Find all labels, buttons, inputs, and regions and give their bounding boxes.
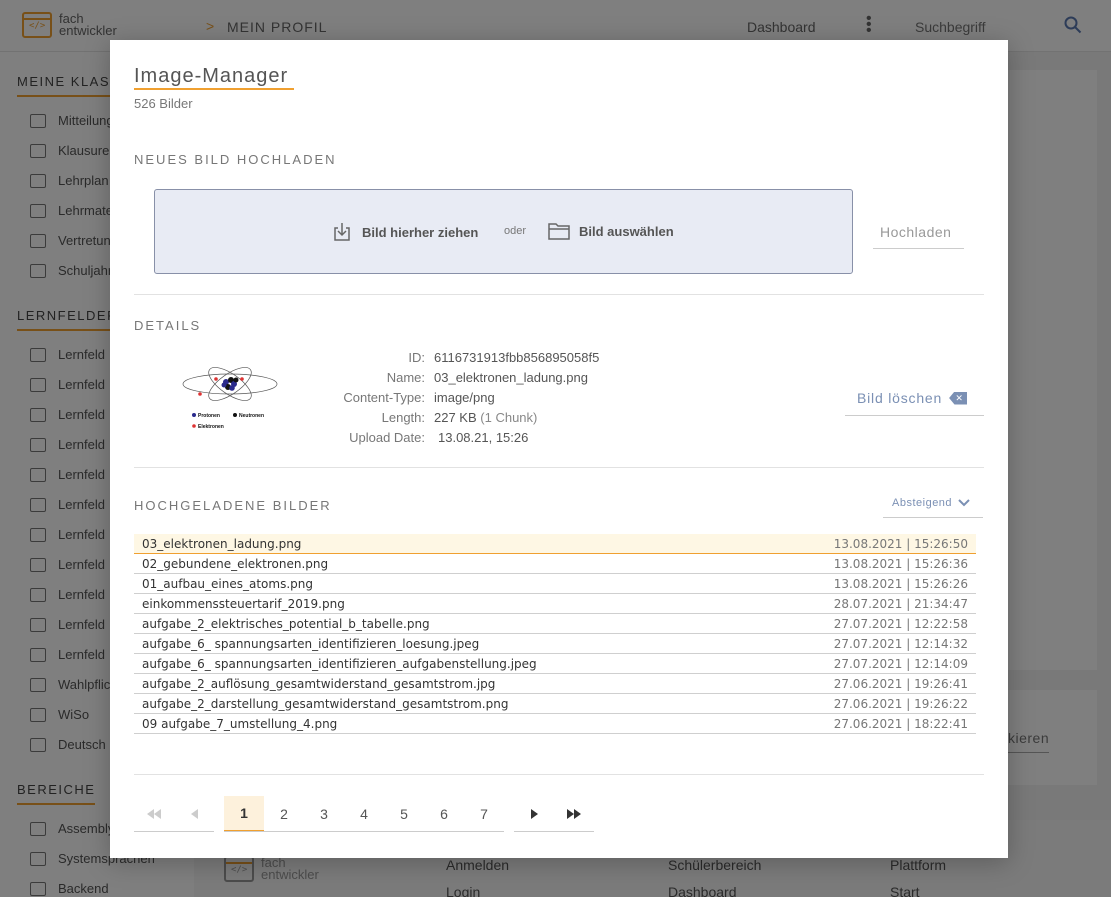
upload-button[interactable]: Hochladen [873, 224, 964, 249]
file-row[interactable]: einkommenssteuertarif_2019.png 28.07.2021… [134, 594, 976, 614]
upload-heading: NEUES BILD HOCHLADEN [134, 152, 337, 167]
file-row[interactable]: aufgabe_2_auflösung_gesamtwiderstand_ges… [134, 674, 976, 694]
modal-title: Image-Manager [134, 65, 295, 90]
file-row[interactable]: 09 aufgabe_7_umstellung_4.png 27.06.2021 … [134, 714, 976, 734]
drag-target[interactable]: Bild hierher ziehen [333, 222, 478, 242]
select-label: Bild auswählen [579, 223, 674, 239]
details-heading: DETAILS [134, 318, 202, 333]
folder-icon [548, 223, 570, 240]
file-row[interactable]: aufgabe_6_ spannungsarten_identifizieren… [134, 634, 976, 654]
detail-name-value: 03_elektronen_ladung.png [434, 370, 588, 385]
upload-dropzone[interactable]: Bild hierher ziehen oder Bild auswählen [154, 189, 853, 274]
image-manager-modal: Image-Manager 526 Bilder NEUES BILD HOCH… [110, 40, 1008, 858]
file-name: aufgabe_6_ spannungsarten_identifizieren… [142, 656, 537, 671]
legend-protons: Protonen [198, 413, 220, 419]
file-name: 09 aufgabe_7_umstellung_4.png [142, 716, 338, 731]
detail-type-label: Content-Type: [343, 390, 425, 405]
file-upload-date: 27.06.2021 | 19:26:22 [833, 696, 968, 711]
file-upload-date: 28.07.2021 | 21:34:47 [833, 596, 968, 611]
detail-length-label: Length: [381, 410, 425, 425]
divider [134, 774, 984, 775]
file-upload-date: 27.07.2021 | 12:14:32 [833, 636, 968, 651]
next-page-button[interactable] [514, 796, 554, 832]
chevron-left-icon [190, 809, 198, 819]
sort-label: Absteigend [892, 497, 953, 509]
detail-id-value: 6116731913fbb856895058f5 [434, 350, 600, 365]
file-name: aufgabe_2_darstellung_gesamtwiderstand_g… [142, 696, 509, 711]
page-button-2[interactable]: 2 [264, 796, 304, 832]
detail-length-chunks: (1 Chunk) [480, 410, 538, 425]
file-upload-date: 27.07.2021 | 12:22:58 [833, 616, 968, 631]
file-row[interactable]: 01_aufbau_eines_atoms.png 13.08.2021 | 15… [134, 574, 976, 594]
page-button-3[interactable]: 3 [304, 796, 344, 832]
image-count: 526 Bilder [134, 96, 193, 111]
file-name: aufgabe_6_ spannungsarten_identifizieren… [142, 636, 480, 651]
chevron-right-icon [530, 809, 538, 819]
legend-neutrons: Neutronen [239, 413, 264, 419]
file-row[interactable]: aufgabe_2_elektrisches_potential_b_tabel… [134, 614, 976, 634]
prev-page-button[interactable] [174, 796, 214, 832]
drag-label: Bild hierher ziehen [362, 224, 479, 240]
file-row[interactable]: aufgabe_2_darstellung_gesamtwiderstand_g… [134, 694, 976, 714]
file-upload-date: 13.08.2021 | 15:26:36 [833, 556, 968, 571]
detail-length-value: 227 KB [434, 410, 477, 425]
file-name: aufgabe_2_auflösung_gesamtwiderstand_ges… [142, 676, 496, 691]
file-name: aufgabe_2_elektrisches_potential_b_tabel… [142, 616, 430, 631]
detail-date-value: 13.08.21, 15:26 [438, 430, 529, 445]
pagination: 1234567 [134, 796, 594, 832]
file-name: 02_gebundene_elektronen.png [142, 556, 329, 571]
page-button-1[interactable]: 1 [224, 796, 264, 832]
file-upload-date: 27.06.2021 | 18:22:41 [833, 716, 968, 731]
file-upload-date: 13.08.2021 | 15:26:50 [833, 536, 968, 551]
uploaded-files-list: 03_elektronen_ladung.png 13.08.2021 | 15:… [134, 534, 976, 734]
file-name: 03_elektronen_ladung.png [142, 536, 302, 551]
page-button-5[interactable]: 5 [384, 796, 424, 832]
legend-electrons: Elektronen [198, 424, 224, 430]
image-thumbnail[interactable]: Protonen Neutronen Elektronen [180, 360, 280, 435]
uploaded-heading: HOCHGELADENE BILDER [134, 498, 332, 513]
backspace-icon: ✕ [949, 391, 968, 405]
chevron-down-icon [958, 499, 970, 507]
detail-id-label: ID: [408, 350, 425, 365]
delete-image-button[interactable]: Bild löschen ✕ [845, 388, 984, 416]
select-image-button[interactable]: Bild auswählen [548, 222, 674, 240]
double-chevron-right-icon [567, 809, 581, 819]
divider [134, 294, 984, 295]
divider [134, 467, 984, 468]
file-row[interactable]: 02_gebundene_elektronen.png 13.08.2021 | … [134, 554, 976, 574]
file-row[interactable]: 03_elektronen_ladung.png 13.08.2021 | 15:… [134, 534, 976, 554]
detail-name-label: Name: [386, 370, 425, 385]
file-name: einkommenssteuertarif_2019.png [142, 596, 345, 611]
page-button-4[interactable]: 4 [344, 796, 384, 832]
file-upload-date: 13.08.2021 | 15:26:26 [833, 576, 968, 591]
double-chevron-left-icon [147, 809, 161, 819]
download-icon [334, 223, 350, 241]
file-name: 01_aufbau_eines_atoms.png [142, 576, 313, 591]
page-button-7[interactable]: 7 [464, 796, 504, 832]
file-upload-date: 27.06.2021 | 19:26:41 [833, 676, 968, 691]
detail-type-value: image/png [434, 390, 495, 405]
first-page-button[interactable] [134, 796, 174, 832]
file-upload-date: 27.07.2021 | 12:14:09 [833, 656, 968, 671]
page-button-6[interactable]: 6 [424, 796, 464, 832]
or-label: oder [504, 225, 527, 237]
delete-label: Bild löschen [857, 390, 943, 406]
last-page-button[interactable] [554, 796, 594, 832]
sort-order-dropdown[interactable]: Absteigend [883, 497, 983, 518]
file-row[interactable]: aufgabe_6_ spannungsarten_identifizieren… [134, 654, 976, 674]
detail-date-label: Upload Date: [349, 430, 425, 445]
